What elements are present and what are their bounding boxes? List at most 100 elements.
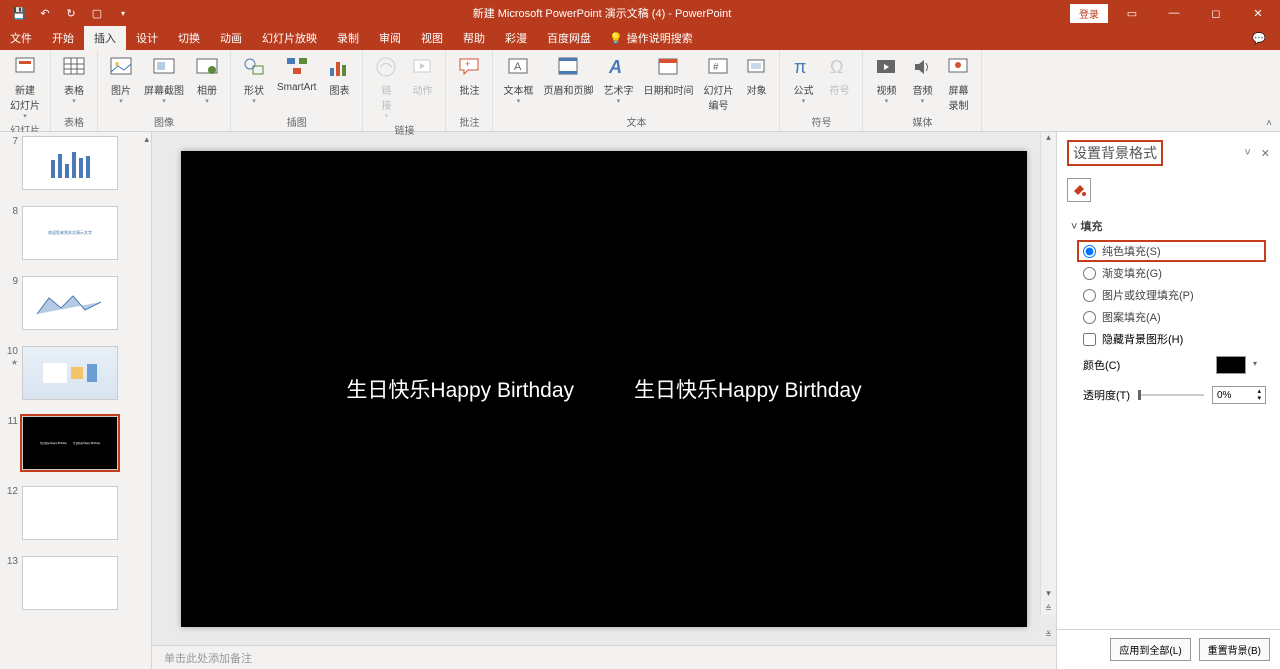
thumb-scroll-up-icon[interactable]: ▴ [144,134,149,145]
transparency-spinner[interactable]: 0% ▴▾ [1212,386,1266,404]
slide-canvas[interactable]: 生日快乐Happy Birthday 生日快乐Happy Birthday [181,151,1027,627]
notes-pane[interactable]: 单击此处添加备注 [152,645,1056,669]
solid-fill-radio[interactable]: 纯色填充(S) [1077,240,1266,262]
thumb-number: 9 [4,276,22,287]
dropdown-arrow-icon: ▾ [517,97,521,105]
radio-input[interactable] [1083,289,1096,302]
ribbon-album-button[interactable]: 相册▾ [190,52,224,107]
ribbon-display-icon[interactable]: ▭ [1114,0,1150,26]
prev-slide-icon[interactable]: ≙ [1041,604,1056,630]
ribbon-table-button[interactable]: 表格▾ [57,52,91,107]
menu-开始[interactable]: 开始 [42,26,84,50]
thumb-row[interactable]: 13 [0,552,151,622]
maximize-icon[interactable]: ◻ [1198,0,1234,26]
radio-input[interactable] [1083,267,1096,280]
menu-百度网盘[interactable]: 百度网盘 [537,26,601,50]
menu-插入[interactable]: 插入 [84,26,126,50]
thumb-slide-7[interactable] [22,136,118,190]
ribbon-group-label: 表格 [64,114,84,131]
thumb-row[interactable]: 10★ [0,342,151,412]
transparency-slider[interactable] [1138,394,1204,396]
scroll-up-icon[interactable]: ▴ [1041,132,1056,148]
gradient-fill-radio[interactable]: 渐变填充(G) [1083,262,1266,284]
vertical-scrollbar[interactable]: ▴ ▾ ≙ ≚ [1040,132,1056,615]
ribbon-comment-button[interactable]: +批注 [452,52,486,99]
thumb-slide-12[interactable] [22,486,118,540]
menu-动画[interactable]: 动画 [210,26,252,50]
ribbon-headerfooter-button[interactable]: 页眉和页脚 [539,52,597,99]
color-picker-button[interactable] [1216,356,1246,374]
scroll-down-icon[interactable]: ▾ [1041,588,1056,604]
ribbon-picture-button[interactable]: 图片▾ [104,52,138,107]
fill-tab-icon[interactable] [1067,178,1091,202]
apply-to-all-button[interactable]: 应用到全部(L) [1110,638,1190,661]
ribbon-datetime-button[interactable]: 日期和时间 [639,52,697,99]
thumb-slide-13[interactable] [22,556,118,610]
slide-text-2[interactable]: 生日快乐Happy Birthday [634,374,862,404]
ribbon-button-label: 幻灯片编号 [703,82,733,112]
ribbon-screenshot-button[interactable]: 屏幕截图▾ [140,52,188,107]
radio-input[interactable] [1083,311,1096,324]
checkbox-input[interactable] [1083,333,1096,346]
thumb-slide-8[interactable]: 欢迎您来到本次演示文字 [22,206,118,260]
reset-background-button[interactable]: 重置背景(B) [1199,638,1270,661]
pane-close-icon[interactable]: ✕ [1261,147,1270,160]
thumb-row[interactable]: 12 [0,482,151,552]
pane-options-icon[interactable]: ˅ [1244,147,1250,160]
ribbon-equation-button[interactable]: π公式▾ [786,52,820,107]
svg-text:Ω: Ω [830,57,843,77]
fill-section-header[interactable]: ˅ 填充 [1071,212,1266,240]
menu-视图[interactable]: 视图 [411,26,453,50]
ribbon-slidenum-button[interactable]: # 幻灯片编号 [699,52,737,114]
menu-录制[interactable]: 录制 [327,26,369,50]
thumb-slide-11[interactable]: 生日快乐Happy Birthday 生日快乐Happy Birthday [22,416,118,470]
redo-icon[interactable]: ↻ [60,2,82,24]
menu-彩漫[interactable]: 彩漫 [495,26,537,50]
spinner-arrows-icon[interactable]: ▴▾ [1257,388,1261,402]
ribbon-button-label: 批注 [459,82,479,97]
thumb-row[interactable]: 8 欢迎您来到本次演示文字 [0,202,151,272]
menu-帮助[interactable]: 帮助 [453,26,495,50]
thumb-slide-9[interactable] [22,276,118,330]
ribbon-smartart-button[interactable]: SmartArt [273,52,320,95]
radio-input[interactable] [1083,245,1096,258]
next-slide-icon[interactable]: ≚ [1041,630,1056,656]
menu-设计[interactable]: 设计 [126,26,168,50]
ribbon-textbox-button[interactable]: A文本框▾ [499,52,537,107]
wordart-icon: A [605,54,631,80]
comments-toggle-icon[interactable]: 💬 [1252,32,1280,45]
close-icon[interactable]: ✕ [1240,0,1276,26]
menu-切换[interactable]: 切换 [168,26,210,50]
ribbon-audio-button[interactable]: 音频▾ [905,52,939,107]
ribbon-screenrec-button[interactable]: 屏幕录制 [941,52,975,114]
thumb-row[interactable]: 7 [0,132,151,202]
ribbon-object-button[interactable]: 对象 [739,52,773,99]
hide-bg-graphics-checkbox[interactable]: 隐藏背景图形(H) [1071,328,1266,350]
collapse-ribbon-icon[interactable]: ˄ [1266,118,1272,129]
menu-幻灯片放映[interactable]: 幻灯片放映 [252,26,327,50]
slide-thumbnail-panel[interactable]: ▴ 7 8 欢迎您来到本次演示文字 9 10★ [0,132,152,669]
svg-text:#: # [713,62,719,73]
minimize-icon[interactable]: — [1156,0,1192,26]
ribbon-wordart-button[interactable]: A艺术字▾ [599,52,637,107]
ribbon-video-button[interactable]: 视频▾ [869,52,903,107]
ribbon-new-slide-button[interactable]: 新建幻灯片▾ [6,52,44,122]
undo-icon[interactable]: ↶ [34,2,56,24]
thumb-slide-10[interactable] [22,346,118,400]
slide-text-1[interactable]: 生日快乐Happy Birthday [346,374,574,404]
pattern-fill-radio[interactable]: 图案填充(A) [1083,306,1266,328]
qat-more-icon[interactable]: ▾ [112,2,134,24]
tell-me-search[interactable]: 💡 操作说明搜索 [609,30,693,46]
ribbon-button-label: 屏幕录制 [948,82,968,112]
picture-fill-radio[interactable]: 图片或纹理填充(P) [1083,284,1266,306]
slideshow-icon[interactable]: ▢ [86,2,108,24]
menu-文件[interactable]: 文件 [0,26,42,50]
thumb-number: 8 [4,206,22,217]
ribbon-shapes-button[interactable]: 形状▾ [237,52,271,107]
thumb-row[interactable]: 9 [0,272,151,342]
thumb-row[interactable]: 11 生日快乐Happy Birthday 生日快乐Happy Birthday [0,412,151,482]
save-icon[interactable]: 💾 [8,2,30,24]
ribbon-chart-button[interactable]: 图表 [322,52,356,99]
menu-审阅[interactable]: 审阅 [369,26,411,50]
login-button[interactable]: 登录 [1070,4,1108,23]
